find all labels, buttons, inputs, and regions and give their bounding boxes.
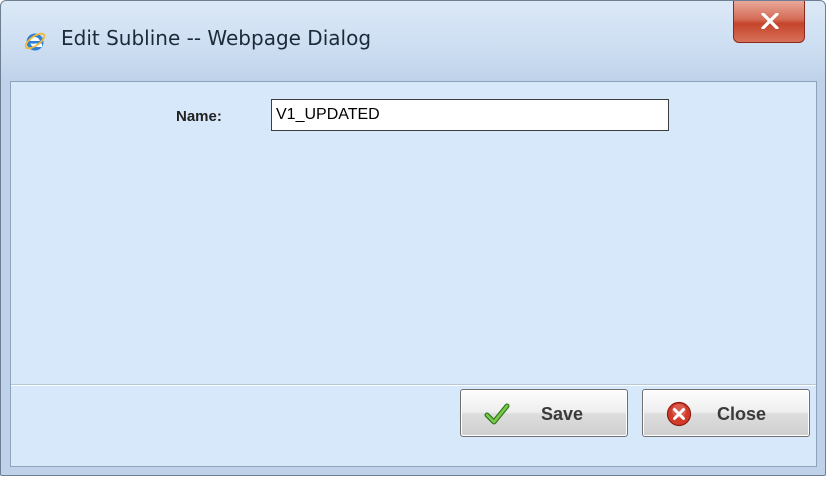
window-close-button[interactable] (733, 1, 805, 43)
close-button[interactable]: Close (642, 389, 810, 437)
dialog-window: Edit Subline -- Webpage Dialog Name: Sav… (0, 0, 826, 476)
checkmark-icon (484, 401, 510, 427)
name-label: Name: (176, 108, 222, 125)
ie-icon (23, 29, 47, 53)
close-icon (761, 13, 779, 29)
close-circle-icon (666, 401, 692, 427)
dialog-content: Name: Save Close (10, 81, 817, 467)
save-button[interactable]: Save (460, 389, 628, 437)
title-bar[interactable]: Edit Subline -- Webpage Dialog (1, 1, 825, 81)
close-button-label: Close (717, 404, 767, 424)
name-input[interactable] (271, 99, 669, 131)
save-button-label: Save (541, 404, 584, 424)
footer-divider (11, 384, 816, 386)
window-title: Edit Subline -- Webpage Dialog (61, 26, 372, 50)
